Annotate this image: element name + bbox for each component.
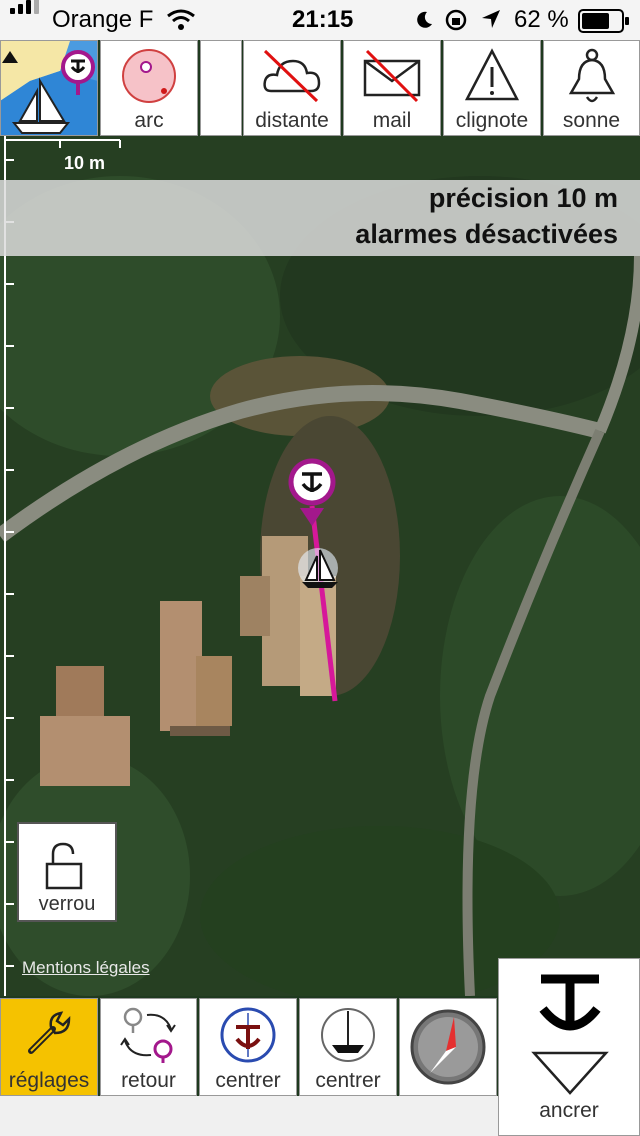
center-anchor-button[interactable]: centrer	[199, 998, 297, 1096]
center-boat-label: centrer	[315, 1069, 381, 1092]
chart-thumbnail-button[interactable]	[0, 40, 98, 136]
boat-position-icon	[298, 548, 338, 588]
anchor-icon	[539, 974, 601, 1031]
moon-icon	[417, 11, 432, 28]
compass-icon	[410, 1009, 486, 1085]
bell-icon	[568, 48, 615, 103]
anchor-chain-line	[309, 505, 338, 702]
return-label: retour	[121, 1069, 176, 1092]
carrier-name: Orange F	[52, 6, 154, 33]
legal-notice-link[interactable]: Mentions légales	[22, 958, 150, 978]
rotation-lock-icon	[445, 9, 467, 31]
boat-on-chart-icon	[1, 41, 97, 135]
battery-icon	[578, 9, 629, 33]
clignote-alarm-button[interactable]: clignote	[443, 40, 541, 136]
unlock-icon	[45, 842, 83, 890]
location-arrow-icon	[482, 10, 500, 28]
sonne-label: sonne	[562, 109, 621, 132]
bottom-safe-area	[0, 1096, 498, 1136]
anchor-target-icon	[220, 1007, 276, 1063]
settings-button[interactable]: réglages	[0, 998, 98, 1096]
lock-button[interactable]: verrou	[17, 822, 117, 922]
center-boat-button[interactable]: centrer	[299, 998, 397, 1096]
scale-label: 10 m	[64, 153, 106, 173]
anchor-pin-icon	[288, 458, 336, 526]
anchor-drop-label: ancrer	[539, 1099, 599, 1122]
distante-alarm-button[interactable]: distante	[243, 40, 341, 136]
distante-label: distante	[255, 109, 329, 132]
clock: 21:15	[292, 6, 354, 33]
status-bar: Orange F 21:15 62 %	[0, 0, 640, 40]
status-overlay: précision 10 m alarmes désactivées	[0, 180, 640, 256]
arc-mode-button[interactable]: arc	[100, 40, 198, 136]
center-anchor-label: centrer	[215, 1069, 281, 1092]
mail-alarm-button[interactable]: mail	[343, 40, 441, 136]
lock-label: verrou	[38, 893, 96, 915]
warning-triangle-icon	[464, 48, 520, 101]
wifi-icon	[167, 9, 195, 30]
arc-zone-icon	[122, 49, 176, 103]
anchor-drop-button[interactable]: ancrer	[498, 958, 640, 1136]
swap-pins-icon	[119, 1007, 176, 1063]
battery-percent: 62 %	[514, 6, 569, 33]
compass-button[interactable]	[399, 998, 497, 1096]
sonne-alarm-button[interactable]: sonne	[543, 40, 640, 136]
alarm-status-text: alarmes désactivées	[355, 219, 618, 249]
mail-disabled-icon	[363, 49, 421, 103]
boat-target-icon	[321, 1008, 375, 1062]
clignote-label: clignote	[455, 109, 529, 132]
return-button[interactable]: retour	[100, 998, 197, 1096]
arc-label: arc	[134, 109, 164, 132]
cloud-disabled-icon	[263, 49, 321, 103]
settings-label: réglages	[8, 1069, 90, 1092]
drop-down-triangle-icon	[531, 1051, 609, 1095]
precision-text: précision 10 m	[428, 183, 618, 213]
wrench-icon	[28, 1011, 71, 1054]
toolbar-spacer	[200, 40, 242, 136]
mail-label: mail	[372, 109, 412, 132]
